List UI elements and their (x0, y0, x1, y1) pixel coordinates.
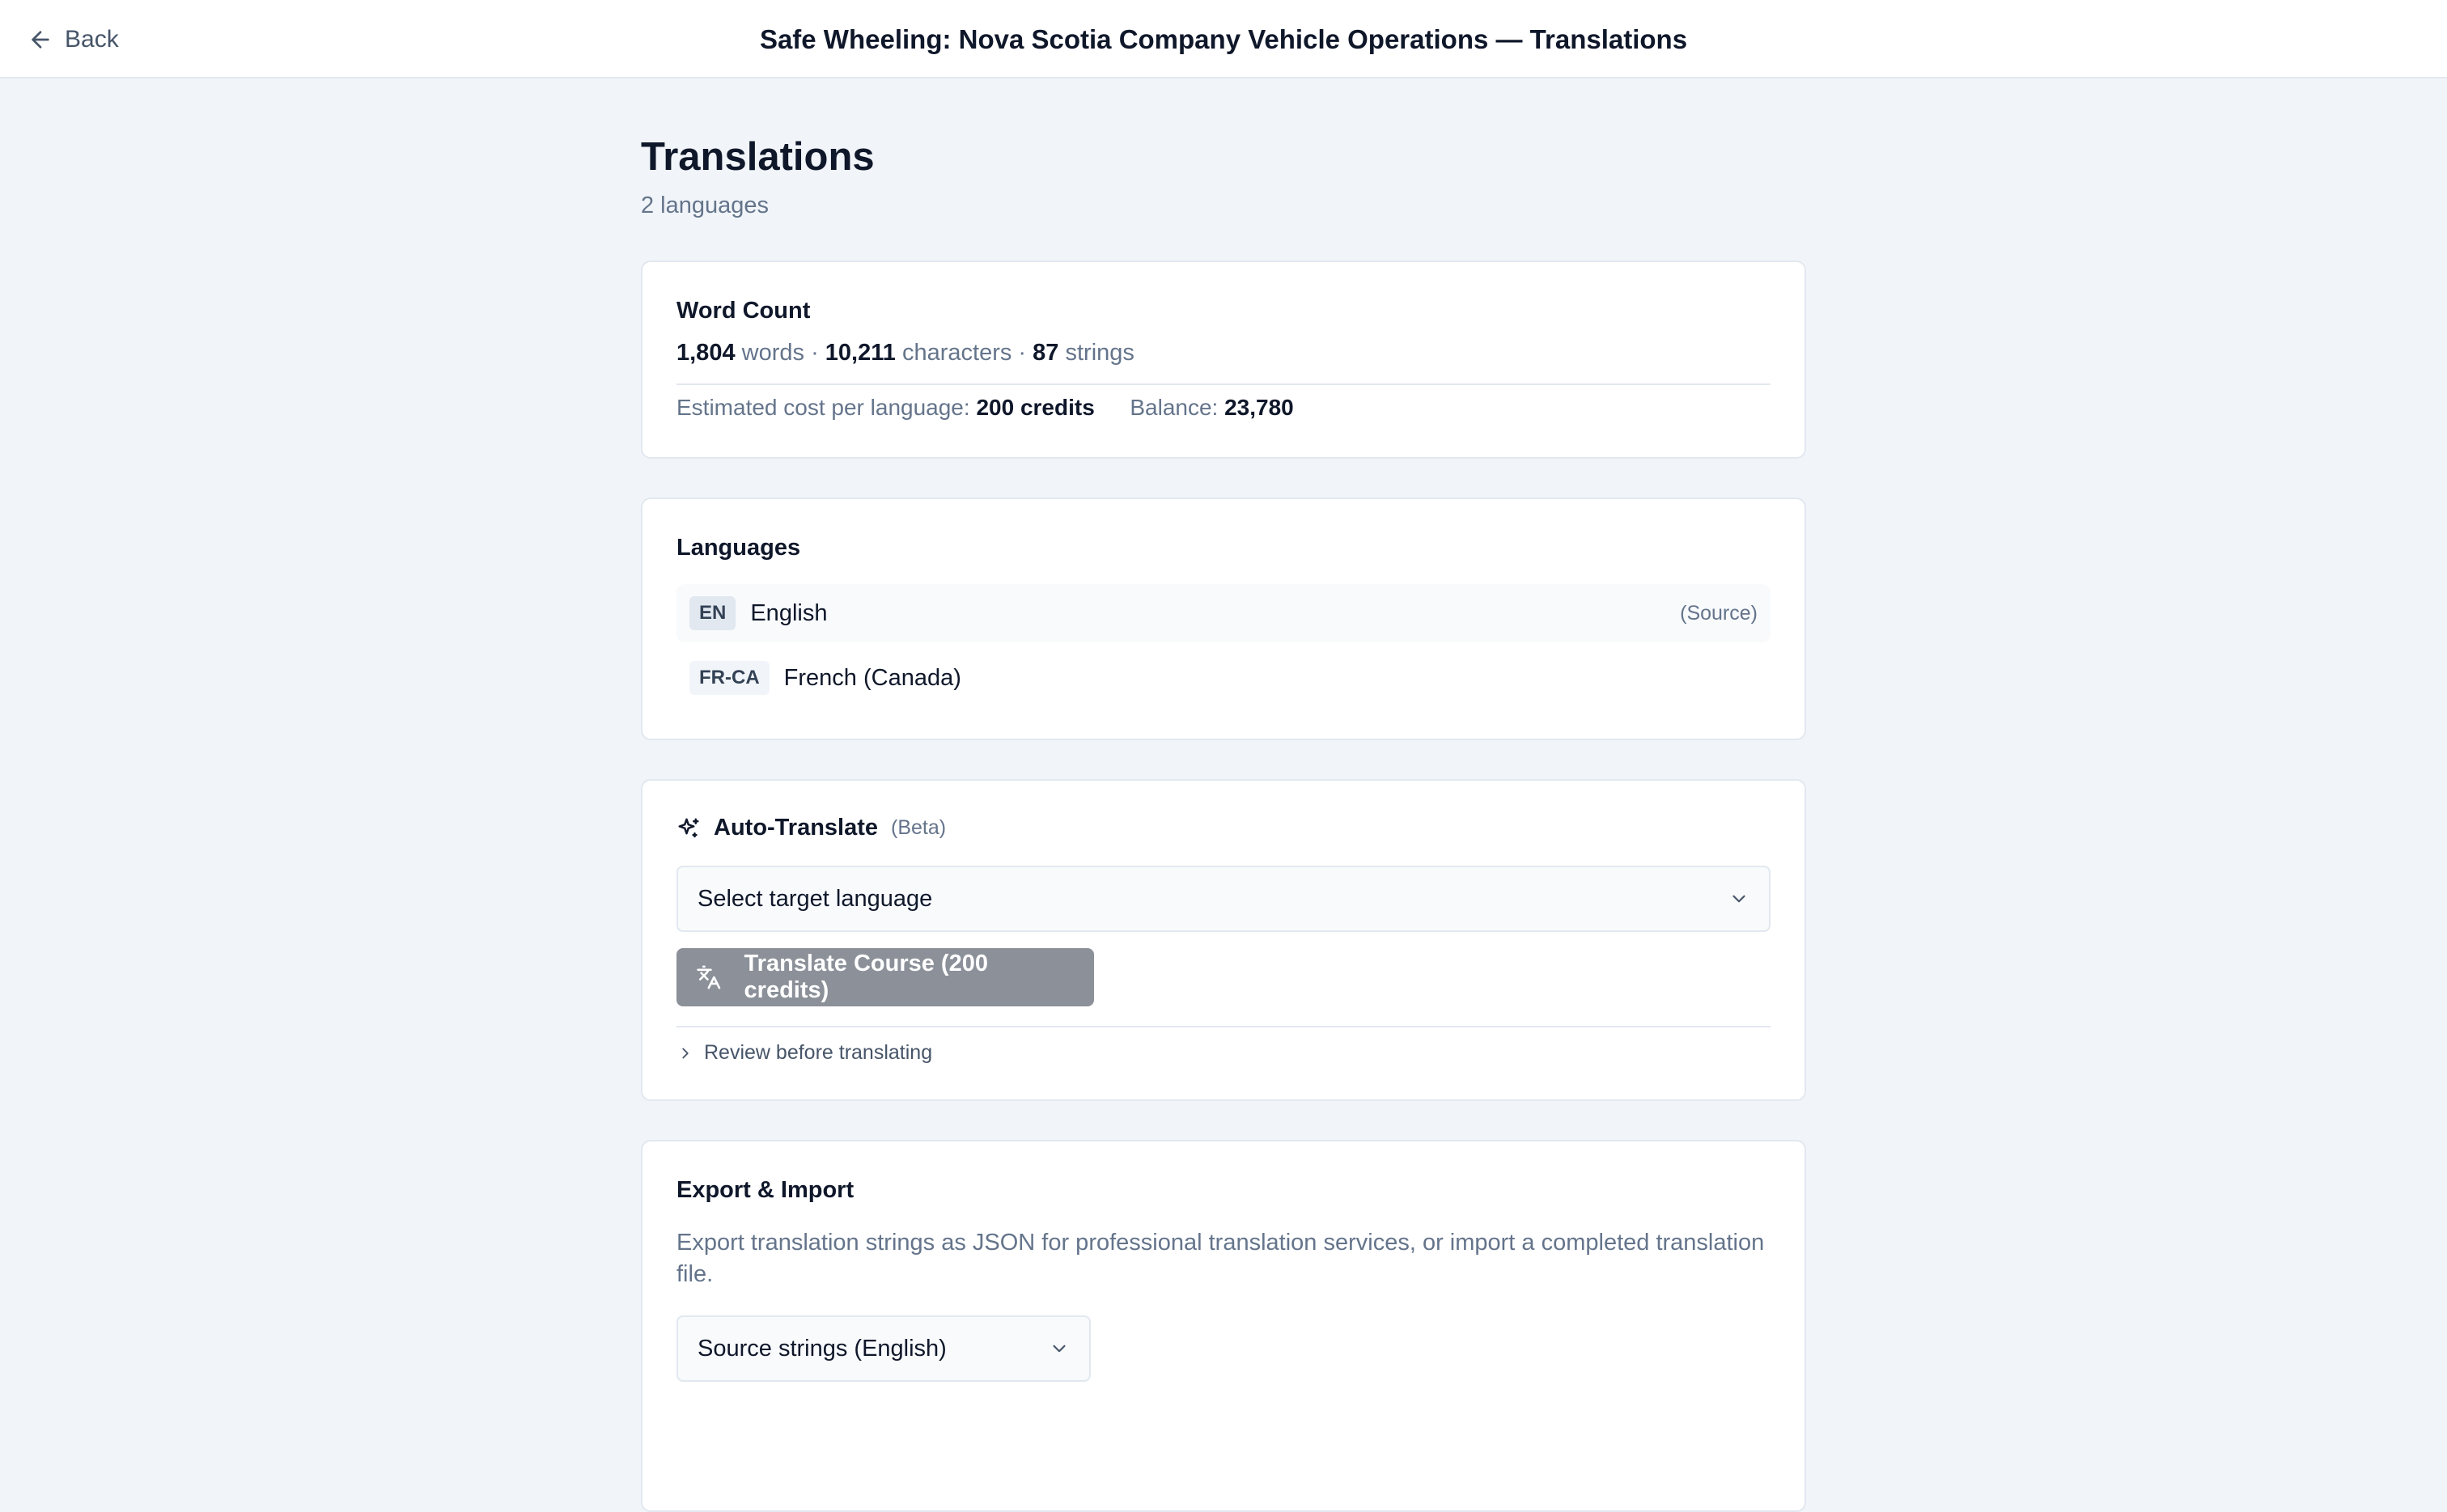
word-count-stats: 1,804 words · 10,211 characters · 87 str… (676, 338, 1134, 367)
language-count: 2 languages (641, 193, 770, 218)
target-language-select[interactable]: Select target language (676, 866, 1771, 932)
chevron-down-icon (1053, 1345, 1066, 1353)
stat-separator: · (811, 340, 819, 366)
review-label: Review before translating (704, 1041, 933, 1064)
language-name: French (Canada) (783, 664, 961, 691)
languages-title: Languages (676, 535, 801, 561)
auto-translate-title: Auto-Translate (714, 815, 879, 841)
languages-icon (697, 965, 721, 989)
language-row-fr-ca[interactable]: FR-CA French (Canada) (676, 649, 1771, 707)
target-language-placeholder: Select target language (698, 885, 933, 912)
export-import-description: Export translation strings as JSON for p… (676, 1230, 1765, 1287)
auto-translate-header: Auto-Translate (Beta) (676, 815, 946, 841)
word-count-title: Word Count (676, 298, 811, 324)
language-code-badge: FR-CA (689, 661, 770, 695)
language-name: English (750, 599, 828, 626)
balance-label: Balance: (1130, 395, 1219, 420)
languages-card: Languages EN English (Source) FR-CA Fren… (641, 498, 1806, 740)
chevron-down-icon (1732, 895, 1745, 903)
stat-separator: · (1018, 340, 1027, 366)
export-source-select[interactable]: Source strings (English) (676, 1315, 1091, 1382)
strings-label: strings (1065, 340, 1134, 366)
export-import-card: Export & Import Export translation strin… (641, 1140, 1806, 1512)
chevron-right-icon (682, 1048, 689, 1058)
word-count-card: Word Count 1,804 words · 10,211 characte… (641, 260, 1806, 459)
strings-value: 87 (1033, 340, 1059, 366)
language-code-badge: EN (689, 596, 736, 630)
divider (676, 1026, 1771, 1027)
top-bar: Back Safe Wheeling: Nova Scotia Company … (0, 0, 2447, 78)
balance-value: 23,780 (1224, 395, 1294, 420)
translate-course-button[interactable]: Translate Course (200 credits) (676, 948, 1094, 1006)
beta-badge: (Beta) (891, 816, 947, 839)
sparkles-icon (678, 818, 699, 837)
words-value: 1,804 (676, 340, 736, 366)
cost-line: Estimated cost per language: 200 credits… (676, 393, 1294, 422)
divider (676, 383, 1771, 385)
characters-label: characters (901, 340, 1012, 366)
export-source-value: Source strings (English) (698, 1335, 947, 1362)
cost-label: Estimated cost per language: (676, 395, 970, 420)
characters-value: 10,211 (825, 340, 896, 366)
cost-value: 200 credits (976, 395, 1095, 420)
review-before-translating-toggle[interactable]: Review before translating (676, 1041, 932, 1065)
export-import-title: Export & Import (676, 1177, 855, 1203)
language-row-en[interactable]: EN English (Source) (676, 584, 1771, 642)
source-tag: (Source) (1680, 601, 1758, 625)
window-title: Safe Wheeling: Nova Scotia Company Vehic… (759, 24, 1688, 54)
page-title: Translations (641, 135, 875, 179)
translate-button-label: Translate Course (200 credits) (744, 951, 988, 1003)
words-label: words (741, 340, 804, 366)
auto-translate-card: Auto-Translate (Beta) Select target lang… (641, 779, 1806, 1101)
